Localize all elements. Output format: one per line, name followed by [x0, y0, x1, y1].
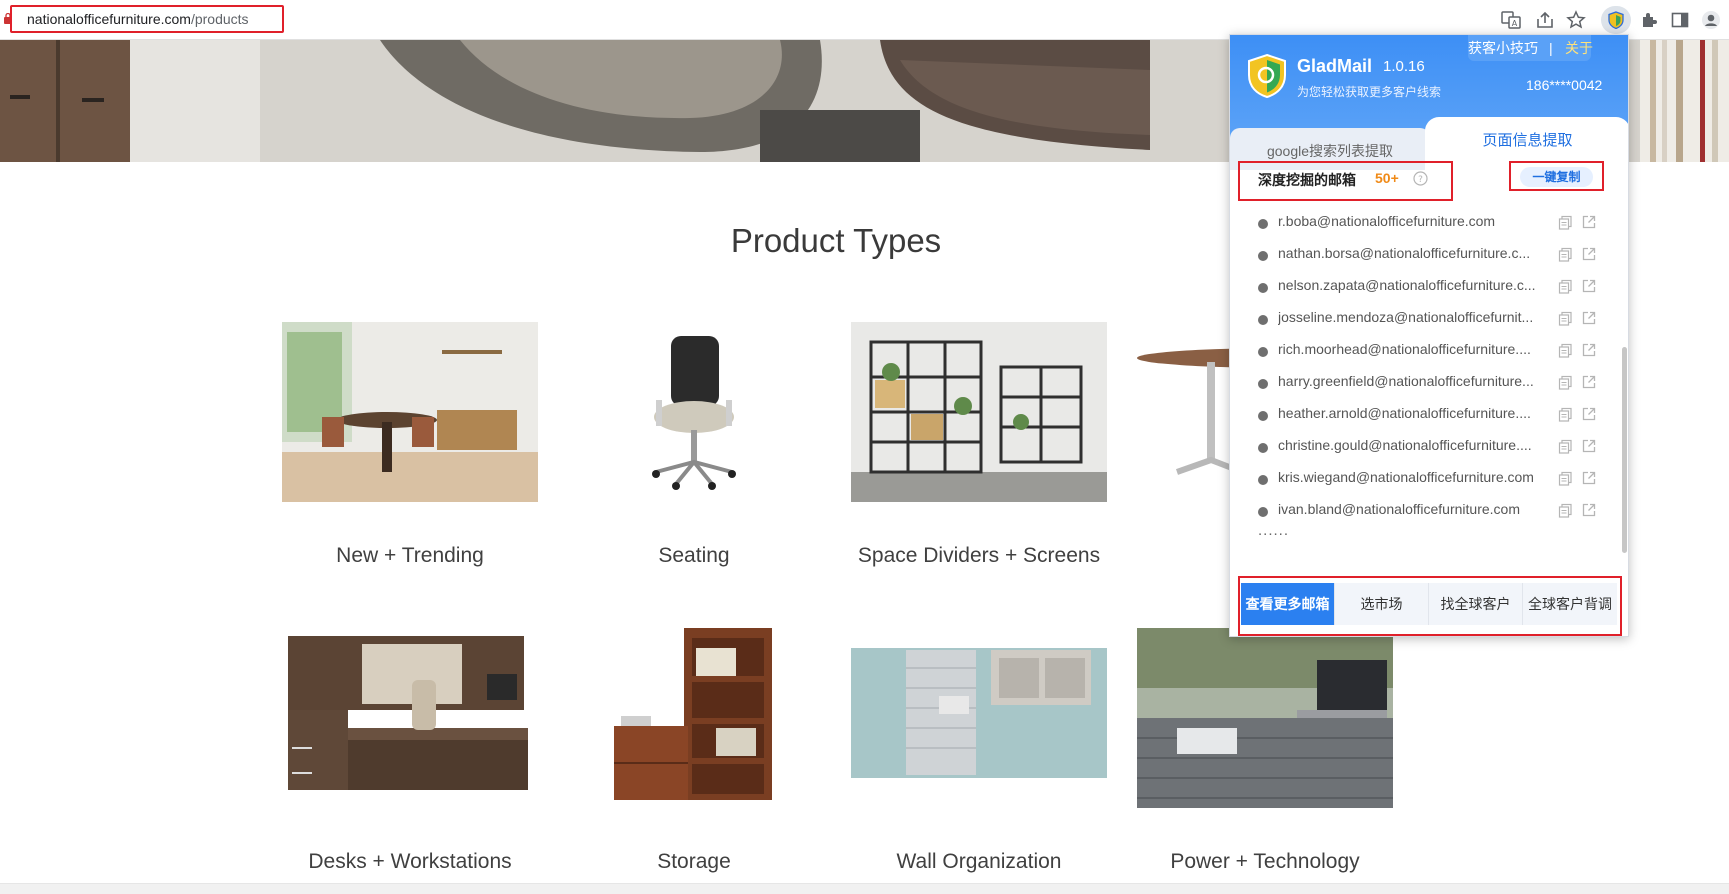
open-link-icon[interactable] [1581, 214, 1597, 230]
copy-icon[interactable] [1558, 439, 1573, 454]
email-row: christine.gould@nationalofficefurniture.… [1258, 433, 1603, 465]
open-link-icon[interactable] [1581, 246, 1597, 262]
email-row: kris.wiegand@nationalofficefurniture.com [1258, 465, 1603, 497]
gladmail-shield-icon [1608, 11, 1624, 29]
email-address[interactable]: harry.greenfield@nationalofficefurniture… [1278, 373, 1558, 389]
bullet-dot [1258, 283, 1268, 293]
product-label[interactable]: Desks + Workstations [252, 850, 568, 874]
product-label[interactable]: Power + Technology [1107, 850, 1423, 874]
copy-icon[interactable] [1558, 375, 1573, 390]
horizontal-scrollbar[interactable] [0, 883, 1729, 894]
open-link-icon[interactable] [1581, 438, 1597, 454]
open-link-icon[interactable] [1581, 470, 1597, 486]
email-address[interactable]: ivan.bland@nationalofficefurniture.com [1278, 501, 1558, 517]
wall-organization-image[interactable] [851, 628, 1107, 808]
storage-image[interactable] [566, 628, 822, 808]
email-address[interactable]: r.boba@nationalofficefurniture.com [1278, 213, 1558, 229]
copy-icon[interactable] [1558, 279, 1573, 294]
bullet-dot [1258, 507, 1268, 517]
tips-link[interactable]: 获客小技巧 [1468, 36, 1538, 60]
bullet-dot [1258, 315, 1268, 325]
open-link-icon[interactable] [1581, 374, 1597, 390]
power-technology-image[interactable] [1137, 628, 1393, 808]
desks-image[interactable] [282, 628, 538, 808]
link-separator: | [1549, 40, 1553, 56]
email-address[interactable]: heather.arnold@nationalofficefurniture..… [1278, 405, 1558, 421]
global-customer-background-button[interactable]: 全球客户背调 [1523, 583, 1617, 625]
email-address[interactable]: rich.moorhead@nationalofficefurniture...… [1278, 341, 1558, 357]
find-global-customers-button[interactable]: 找全球客户 [1429, 583, 1523, 625]
space-dividers-image[interactable] [851, 322, 1107, 502]
gladmail-top-links: 获客小技巧 | 关于 [1468, 35, 1593, 61]
bullet-dot [1258, 443, 1268, 453]
email-row: heather.arnold@nationalofficefurniture..… [1258, 401, 1603, 433]
copy-icon[interactable] [1558, 407, 1573, 422]
copy-icon[interactable] [1558, 343, 1573, 358]
bullet-dot [1258, 475, 1268, 485]
bullet-dot [1258, 411, 1268, 421]
share-icon[interactable] [1534, 9, 1556, 31]
product-label[interactable]: Storage [536, 850, 852, 874]
gladmail-extension-button[interactable] [1601, 6, 1631, 34]
open-link-icon[interactable] [1581, 502, 1597, 518]
copy-icon[interactable] [1558, 215, 1573, 230]
open-link-icon[interactable] [1581, 310, 1597, 326]
copy-all-button[interactable]: 一键复制 [1520, 167, 1593, 187]
email-row: harry.greenfield@nationalofficefurniture… [1258, 369, 1603, 401]
email-address[interactable]: nelson.zapata@nationalofficefurniture.c.… [1278, 277, 1558, 293]
gladmail-app-name: GladMail [1297, 56, 1373, 76]
gladmail-version: 1.0.16 [1383, 58, 1425, 75]
email-address[interactable]: nathan.borsa@nationalofficefurniture.c..… [1278, 245, 1558, 261]
mined-emails-count: 50+ [1375, 170, 1399, 186]
email-address[interactable]: christine.gould@nationalofficefurniture.… [1278, 437, 1558, 453]
address-bar[interactable]: nationalofficefurniture.com/products [10, 5, 284, 33]
email-row: nelson.zapata@nationalofficefurniture.c.… [1258, 273, 1603, 305]
help-icon[interactable]: ? [1413, 171, 1428, 186]
product-label[interactable]: Seating [536, 544, 852, 568]
copy-icon[interactable] [1558, 503, 1573, 518]
open-link-icon[interactable] [1581, 342, 1597, 358]
svg-text:?: ? [1418, 175, 1423, 185]
email-row: rich.moorhead@nationalofficefurniture...… [1258, 337, 1603, 369]
bullet-dot [1258, 379, 1268, 389]
copy-icon[interactable] [1558, 311, 1573, 326]
email-row: josseline.mendoza@nationalofficefurnit..… [1258, 305, 1603, 337]
about-link[interactable]: 关于 [1565, 36, 1593, 60]
mined-emails-title: 深度挖掘的邮箱 [1258, 172, 1356, 188]
email-row: nathan.borsa@nationalofficefurniture.c..… [1258, 241, 1603, 273]
bullet-dot [1258, 219, 1268, 229]
select-market-button[interactable]: 选市场 [1335, 583, 1429, 625]
email-row: ivan.bland@nationalofficefurniture.com [1258, 497, 1603, 529]
seating-image[interactable] [566, 322, 822, 502]
bookmark-star-icon[interactable] [1565, 9, 1587, 31]
side-panel-icon[interactable] [1669, 9, 1691, 31]
translate-icon[interactable]: A [1500, 9, 1522, 31]
copy-icon[interactable] [1558, 471, 1573, 486]
email-list-scrollbar[interactable] [1622, 347, 1627, 553]
email-address[interactable]: josseline.mendoza@nationalofficefurnit..… [1278, 309, 1558, 325]
product-label[interactable]: Space Dividers + Screens [821, 544, 1137, 568]
url-domain: nationalofficefurniture.com [27, 11, 191, 27]
svg-text:A: A [1512, 19, 1518, 28]
new-trending-image[interactable] [282, 322, 538, 502]
copy-icon[interactable] [1558, 247, 1573, 262]
bullet-dot [1258, 347, 1268, 357]
extensions-puzzle-icon[interactable] [1638, 9, 1660, 31]
view-more-emails-button[interactable]: 查看更多邮箱 [1241, 583, 1335, 625]
email-address[interactable]: kris.wiegand@nationalofficefurniture.com [1278, 469, 1558, 485]
product-label[interactable]: Wall Organization [821, 850, 1137, 874]
product-label[interactable]: New + Trending [252, 544, 568, 568]
gladmail-popup: GladMail 1.0.16 为您轻松获取更多客户线索 获客小技巧 | 关于 … [1229, 34, 1629, 637]
url-path: /products [190, 11, 249, 27]
profile-avatar-icon[interactable] [1700, 9, 1722, 31]
gladmail-tagline: 为您轻松获取更多客户线索 [1297, 85, 1442, 99]
account-phone: 186****0042 [1526, 77, 1603, 93]
email-row: r.boba@nationalofficefurniture.com [1258, 209, 1603, 241]
bullet-dot [1258, 251, 1268, 261]
gladmail-logo-icon [1248, 53, 1286, 99]
open-link-icon[interactable] [1581, 278, 1597, 294]
open-link-icon[interactable] [1581, 406, 1597, 422]
